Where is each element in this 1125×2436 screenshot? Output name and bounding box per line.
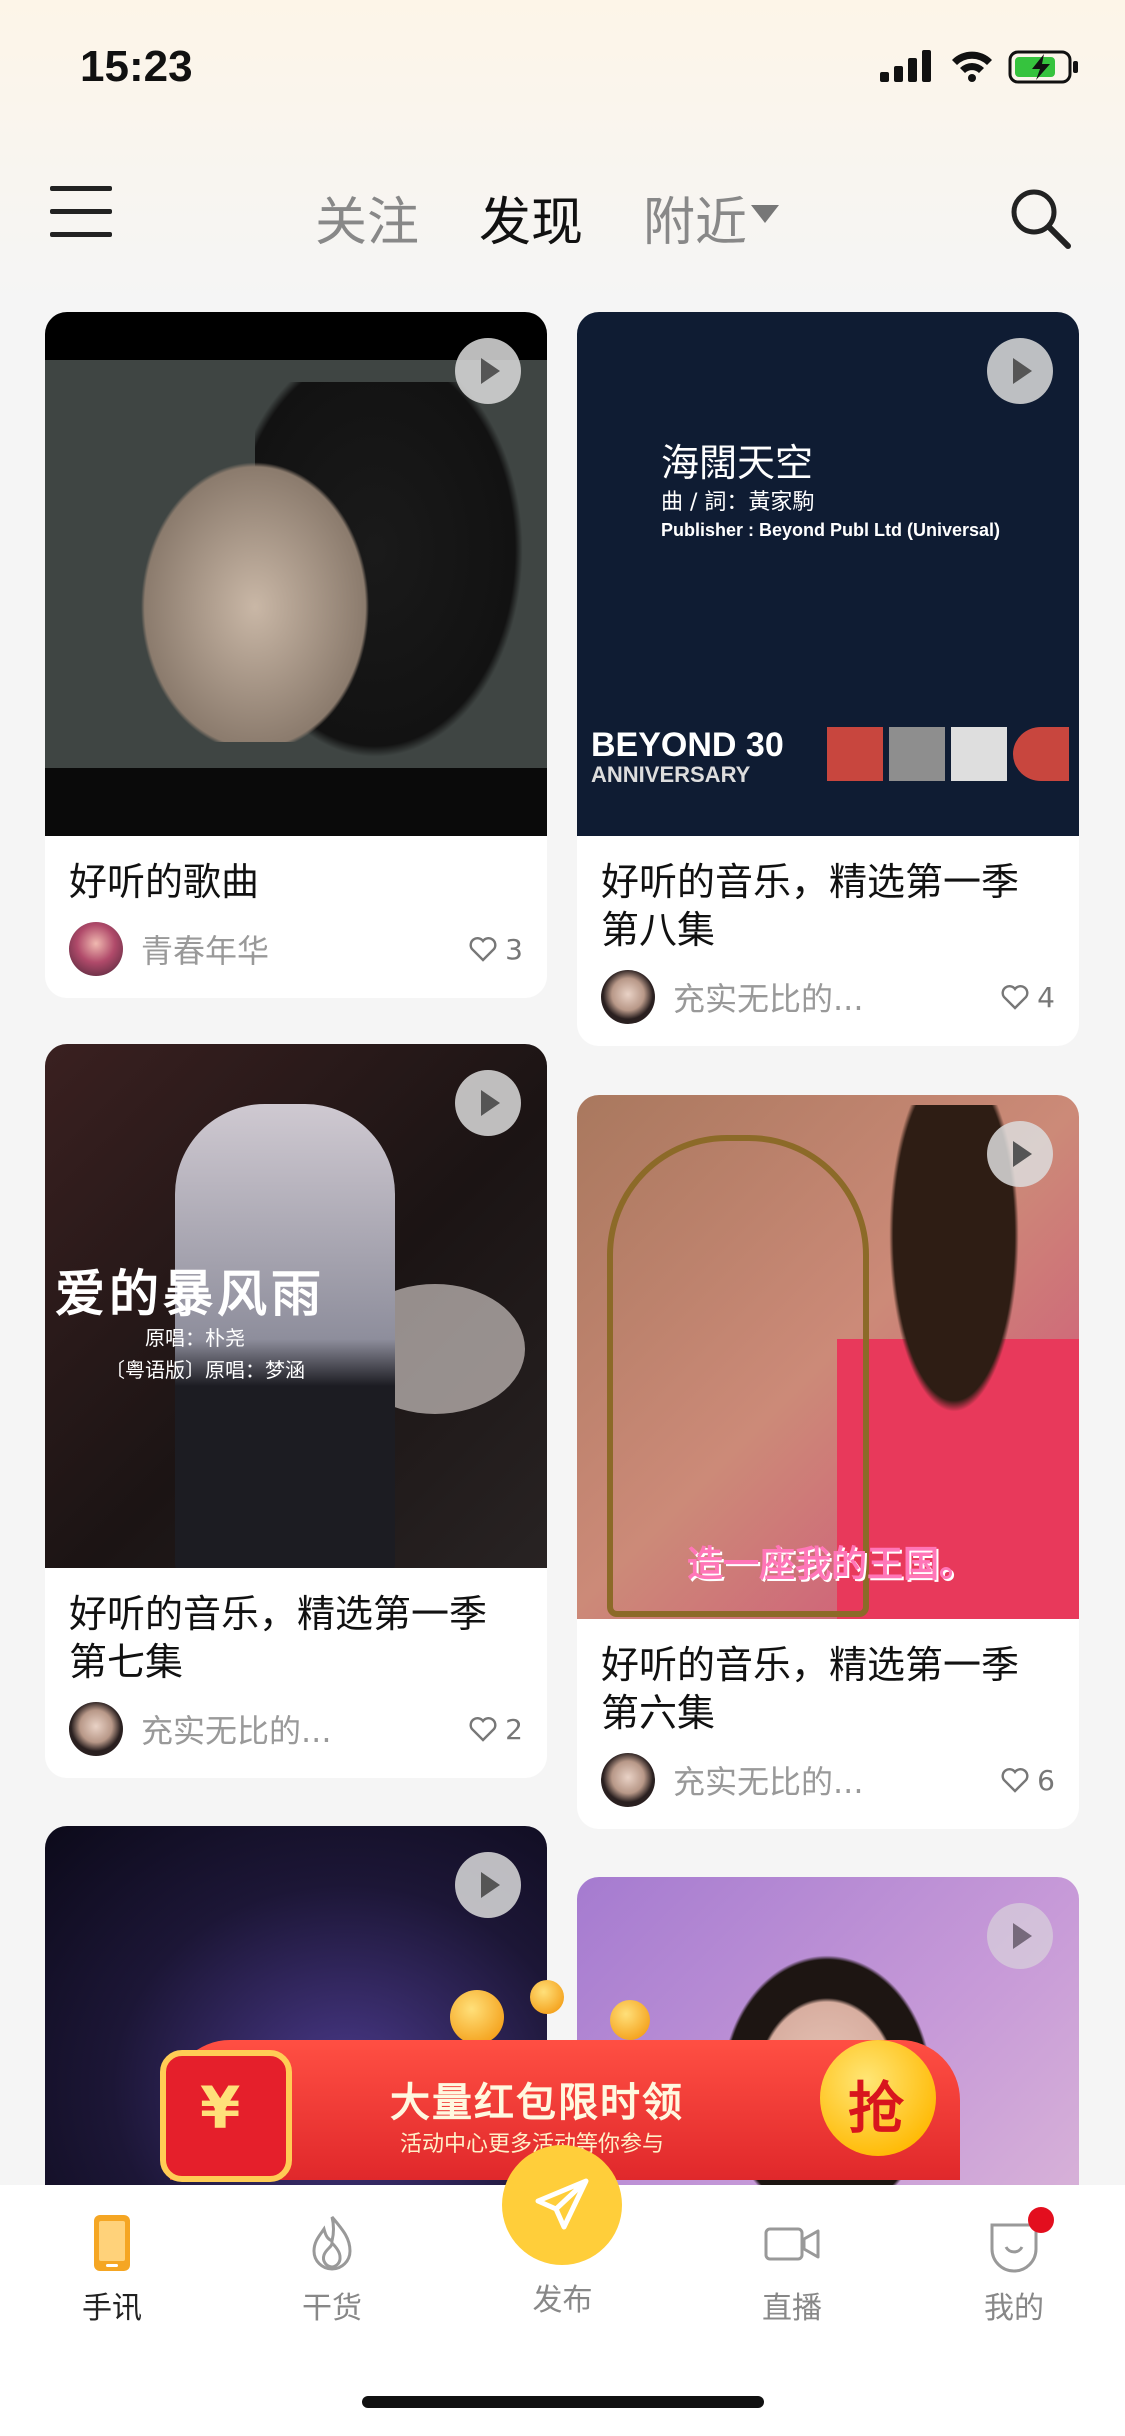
coin-icon (530, 1980, 564, 2014)
coin-icon (450, 1990, 504, 2044)
thumbnail-art (1013, 727, 1069, 781)
thumbnail-publisher: Publisher : Beyond Publ Ltd (Universal) (661, 520, 1001, 540)
video-thumbnail[interactable]: 海闊天空 曲 / 詞：黃家駒 Publisher : Beyond Publ L… (577, 312, 1079, 836)
tab-nearby-label: 附近 (643, 193, 748, 253)
wifi-icon (952, 51, 992, 82)
yen-symbol: ¥ (200, 2074, 241, 2142)
thumbnail-credit: 〔粤语版〕原唱：梦涵 (105, 1358, 305, 1382)
home-indicator (362, 2396, 764, 2408)
card-title: 好听的音乐，精选第一季第七集 (69, 1592, 488, 1684)
promo-title: 大量红包限时领 (390, 2080, 684, 2126)
like-count-value: 2 (505, 1712, 523, 1746)
top-navigation: 关注 发现 附近 (0, 160, 1125, 270)
author-name[interactable]: 青春年华 (141, 926, 469, 972)
tab-following[interactable]: 关注 (315, 180, 419, 255)
battery-charging-icon (1008, 50, 1078, 84)
thumbnail-caption: 造一座我的王国。 (687, 1544, 976, 1585)
cellular-signal-icon (880, 50, 931, 82)
author-name[interactable]: 充实无比的... (141, 1706, 469, 1752)
video-thumbnail[interactable]: 爱的暴风雨 原唱：朴尧 〔粤语版〕原唱：梦涵 (45, 1044, 547, 1568)
video-camera-icon (764, 2227, 820, 2261)
author-name[interactable]: 充实无比的... (673, 1757, 1001, 1803)
author-name[interactable]: 充实无比的... (673, 974, 1001, 1020)
card-title: 好听的音乐，精选第一季第八集 (601, 860, 1020, 952)
grab-label: 抢 (848, 2077, 904, 2142)
fire-icon (312, 2216, 352, 2271)
heart-icon (469, 937, 497, 962)
like-count-value: 6 (1037, 1763, 1055, 1797)
thumbnail-art (889, 727, 945, 781)
publish-button[interactable] (502, 2145, 622, 2265)
play-icon[interactable] (455, 1070, 521, 1136)
like-count-value: 4 (1037, 980, 1055, 1014)
thumbnail-title: 海闊天空 (661, 441, 814, 485)
brand-name: BEYOND 30 (591, 726, 784, 764)
card-meta: 充实无比的... 4 (601, 970, 1055, 1024)
play-icon[interactable] (987, 1121, 1053, 1187)
send-icon (535, 2178, 589, 2230)
card-title: 好听的音乐，精选第一季第六集 (601, 1643, 1020, 1735)
status-bar: 15:23 (0, 0, 1125, 140)
coin-icon (610, 2000, 650, 2040)
tab-label: 直播 (762, 2291, 822, 2326)
play-icon[interactable] (455, 338, 521, 404)
red-envelope-icon: ¥ (160, 2050, 292, 2182)
dropdown-caret-icon (751, 205, 780, 223)
avatar[interactable] (69, 922, 123, 976)
thumbnail-credit: 原唱：朴尧 (145, 1326, 245, 1350)
video-thumbnail[interactable] (45, 312, 547, 836)
menu-icon[interactable] (50, 186, 112, 242)
avatar[interactable] (601, 1753, 655, 1807)
like-count[interactable]: 3 (469, 933, 523, 966)
search-icon[interactable] (1008, 186, 1072, 250)
heart-icon (469, 1717, 497, 1742)
like-count[interactable]: 4 (1001, 981, 1055, 1014)
heart-icon (1001, 1768, 1029, 1793)
like-count[interactable]: 2 (469, 1713, 523, 1746)
video-thumbnail[interactable]: 造一座我的王国。 (577, 1095, 1079, 1619)
phone-icon (94, 2215, 130, 2271)
play-icon[interactable] (455, 1852, 521, 1918)
video-card[interactable]: 海闊天空 曲 / 詞：黃家駒 Publisher : Beyond Publ L… (577, 312, 1079, 1046)
tab-profile[interactable]: 我的 (944, 2207, 1084, 2327)
like-count[interactable]: 6 (1001, 1764, 1055, 1797)
video-card[interactable]: 造一座我的王国。 好听的音乐，精选第一季第六集 充实无比的... 6 (577, 1095, 1079, 1829)
thumbnail-art (951, 727, 1007, 781)
avatar[interactable] (601, 970, 655, 1024)
video-card[interactable]: 爱的暴风雨 原唱：朴尧 〔粤语版〕原唱：梦涵 好听的音乐，精选第一季第七集 充实… (45, 1044, 547, 1778)
card-title: 好听的歌曲 (69, 860, 260, 904)
thumbnail-brand: BEYOND 30 ANNIVERSARY (591, 728, 784, 790)
tab-label: 我的 (984, 2291, 1044, 2326)
card-meta: 充实无比的... 6 (601, 1753, 1055, 1807)
thumbnail-title: 爱的暴风雨 (55, 1264, 325, 1323)
thumbnail-art (125, 442, 385, 742)
tab-live[interactable]: 直播 (722, 2213, 862, 2327)
brand-subtitle: ANNIVERSARY (591, 762, 751, 787)
tab-discover[interactable]: 发现 (479, 180, 583, 265)
tab-nearby[interactable]: 附近 (643, 180, 780, 255)
play-icon[interactable] (987, 1903, 1053, 1969)
heart-icon (1001, 985, 1029, 1010)
card-meta: 青春年华 3 (69, 922, 523, 976)
like-count-value: 3 (505, 932, 523, 966)
grab-button[interactable]: 抢 (820, 2040, 936, 2156)
avatar[interactable] (69, 1702, 123, 1756)
status-time: 15:23 (80, 42, 193, 91)
thumbnail-credit: 曲 / 詞：黃家駒 (661, 490, 815, 515)
notification-badge (1028, 2207, 1054, 2233)
card-meta: 充实无比的... 2 (69, 1702, 523, 1756)
video-card[interactable]: 好听的歌曲 青春年华 3 (45, 312, 547, 998)
thumbnail-art (827, 727, 883, 781)
play-icon[interactable] (987, 338, 1053, 404)
feed-tabs: 关注 发现 附近 (315, 180, 839, 265)
